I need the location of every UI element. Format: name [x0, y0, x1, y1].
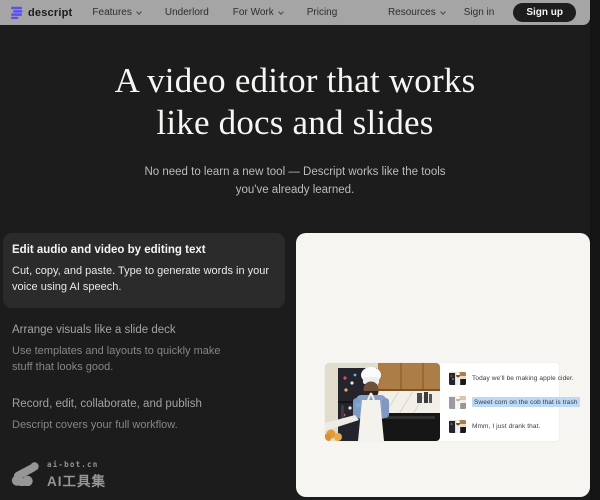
descript-landing-page: descript Features Underlord For Work Pri…	[0, 0, 600, 500]
feature-body: Cut, copy, and paste. Type to generate w…	[12, 263, 270, 295]
hero-subtitle: No need to learn a new tool — Descript w…	[0, 163, 590, 199]
chevron-down-icon	[136, 9, 142, 15]
feature-title: Edit audio and video by editing text	[12, 244, 271, 256]
nav-item-label: For Work	[233, 7, 274, 18]
transcript-row: Mmm, I just drank that.	[449, 420, 580, 433]
feature-item-slide-deck[interactable]: Arrange visuals like a slide deck Use te…	[3, 324, 285, 375]
feature-list: Edit audio and video by editing text Cut…	[3, 233, 285, 433]
watermark-url: ai-bot.cn	[47, 460, 106, 469]
feature-body: Use templates and layouts to quickly mak…	[12, 343, 244, 375]
video-player-thumbnail	[325, 363, 440, 441]
feature-item-edit-by-text[interactable]: Edit audio and video by editing text Cut…	[3, 233, 285, 308]
nav-item-label: Underlord	[165, 7, 209, 18]
top-nav: descript Features Underlord For Work Pri…	[0, 0, 590, 25]
feature-body: Descript covers your full workflow.	[12, 417, 244, 433]
descript-logo-icon	[10, 6, 23, 19]
transcript-row: Today we'll be making apple cider.	[449, 372, 580, 385]
feature-title: Record, edit, collaborate, and publish	[12, 398, 271, 410]
nav-item-label: Resources	[388, 7, 436, 18]
nav-actions: Resources Sign in Sign up	[388, 3, 576, 22]
nav-item-label: Features	[92, 7, 131, 18]
clip-thumbnail-icon	[449, 420, 466, 433]
hero-subtitle-line2: you've already learned.	[236, 184, 355, 196]
feature-title: Arrange visuals like a slide deck	[12, 324, 271, 336]
clip-thumbnail-icon	[449, 396, 466, 409]
chevron-down-icon	[440, 9, 446, 15]
sign-up-button[interactable]: Sign up	[513, 3, 576, 22]
watermark: ai-bot.cn AI工具集	[10, 459, 106, 491]
feature-item-workflow[interactable]: Record, edit, collaborate, and publish D…	[3, 398, 285, 433]
brand-name: descript	[28, 7, 72, 19]
chef-kitchen-illustration	[325, 363, 440, 441]
transcript-list: Today we'll be making apple cider. Sweet…	[440, 363, 582, 441]
nav-links: Features Underlord For Work Pricing	[92, 7, 337, 18]
hero-title-line2: like docs and slides	[0, 102, 590, 144]
watermark-title: AI工具集	[47, 470, 106, 490]
transcript-text-selected: Sweet corn on the cob that is trash	[472, 397, 580, 407]
nav-item-features[interactable]: Features	[92, 7, 140, 18]
sign-in-link[interactable]: Sign in	[464, 7, 495, 18]
hero-title: A video editor that works like docs and …	[0, 60, 590, 144]
demo-panel: Today we'll be making apple cider. Sweet…	[296, 233, 590, 497]
nav-item-for-work[interactable]: For Work	[233, 7, 283, 18]
watermark-text: ai-bot.cn AI工具集	[47, 460, 106, 490]
brand-home-link[interactable]: descript	[10, 6, 72, 19]
app-screenshot: Today we'll be making apple cider. Sweet…	[325, 363, 559, 441]
transcript-row-highlighted: Sweet corn on the cob that is trash	[449, 396, 580, 409]
ai-bot-logo-icon	[10, 459, 41, 491]
nav-item-underlord[interactable]: Underlord	[165, 7, 209, 18]
nav-item-label: Pricing	[307, 7, 338, 18]
chevron-down-icon	[278, 9, 284, 15]
nav-item-pricing[interactable]: Pricing	[307, 7, 338, 18]
nav-item-resources[interactable]: Resources	[388, 7, 445, 18]
hero-title-line1: A video editor that works	[0, 60, 590, 102]
scrollbar-track[interactable]	[590, 0, 600, 500]
transcript-text: Today we'll be making apple cider.	[472, 375, 574, 382]
transcript-text: Mmm, I just drank that.	[472, 423, 540, 430]
clip-thumbnail-icon	[449, 372, 466, 385]
hero-subtitle-line1: No need to learn a new tool — Descript w…	[144, 166, 445, 178]
